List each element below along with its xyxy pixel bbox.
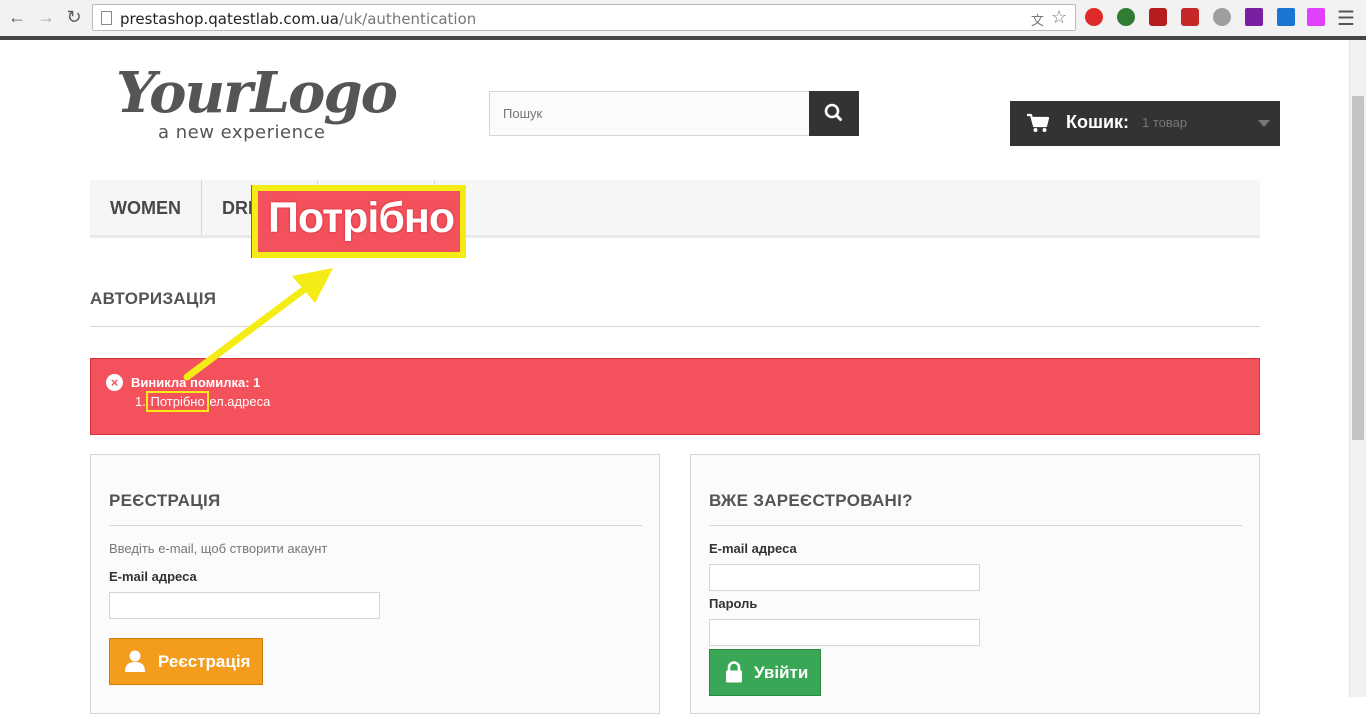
login-box: ВЖЕ ЗАРЕЄСТРОВАНІ? E-mail адреса Пароль … (690, 454, 1260, 714)
register-divider (109, 525, 642, 526)
login-email-label: E-mail адреса (709, 541, 797, 556)
heading-divider (90, 326, 1260, 327)
chrome-menu-icon[interactable]: ☰ (1337, 6, 1355, 31)
login-password-label: Пароль (709, 596, 758, 611)
shield-extension-icon[interactable] (1181, 8, 1199, 26)
globe-extension-icon[interactable] (1117, 8, 1135, 26)
bookmark-star-icon[interactable]: ☆ (1051, 7, 1067, 28)
register-title: РЕЄСТРАЦІЯ (109, 491, 221, 510)
annotation-zoom-text: Потрібно (268, 194, 455, 242)
login-password-field[interactable] (709, 619, 980, 646)
page-title: АВТОРИЗАЦІЯ (90, 289, 217, 308)
x-extension-icon[interactable] (1245, 8, 1263, 26)
error-alert: × Виникла помилка: 1 1. Потрібно ел.адре… (90, 358, 1260, 435)
opera-extension-icon[interactable] (1085, 8, 1103, 26)
reload-icon[interactable]: ↻ (63, 6, 85, 28)
login-button[interactable]: Увійти (709, 649, 821, 696)
register-button[interactable]: Реєстрація (109, 638, 263, 685)
alert-title: Виникла помилка: 1 (131, 375, 261, 390)
login-button-label: Увійти (754, 663, 809, 682)
world-extension-icon[interactable] (1213, 8, 1231, 26)
translate-icon[interactable]: 文 (1031, 10, 1044, 29)
site-logo[interactable]: YourLogo a new experience (116, 60, 406, 150)
alert-item-text: ел.адреса (209, 394, 271, 409)
register-hint: Введіть e-mail, щоб створити акаунт (109, 541, 328, 556)
cart-quantity: 1 товар (1142, 115, 1188, 130)
lock-icon (726, 661, 742, 683)
register-email-field[interactable] (109, 592, 380, 619)
address-bar[interactable]: prestashop.qatestlab.com.ua/uk/authentic… (92, 4, 1076, 31)
back-icon[interactable]: ← (6, 6, 28, 28)
login-divider (709, 525, 1242, 526)
page-scrollbar[interactable] (1349, 40, 1366, 697)
search-input[interactable] (489, 91, 811, 136)
register-button-label: Реєстрація (158, 652, 251, 671)
menu-item-women[interactable]: WOMEN (90, 180, 202, 235)
login-email-field[interactable] (709, 564, 980, 591)
logo-title: YourLogo (116, 60, 398, 126)
page-icon (101, 11, 112, 25)
cart-icon (1027, 113, 1050, 132)
forward-extension-icon[interactable] (1149, 8, 1167, 26)
search-button[interactable] (809, 91, 859, 136)
alert-error-item: 1. Потрібно ел.адреса (135, 391, 271, 412)
cart-block[interactable]: Кошик: 1 товар (1010, 101, 1280, 146)
alert-item-number: 1. (135, 394, 146, 409)
logo-tagline: a new experience (158, 122, 326, 143)
scrollbar-thumb[interactable] (1352, 96, 1364, 440)
register-box: РЕЄСТРАЦІЯ Введіть e-mail, щоб створити … (90, 454, 660, 714)
cart-label: Кошик: (1066, 112, 1130, 132)
error-close-icon: × (106, 374, 123, 391)
register-email-label: E-mail адреса (109, 569, 197, 584)
chevron-down-icon[interactable] (1258, 120, 1270, 127)
user-icon (125, 650, 145, 672)
forward-icon[interactable]: → (35, 6, 57, 28)
screen-extension-icon[interactable] (1277, 8, 1295, 26)
search-icon (824, 103, 842, 121)
login-title: ВЖЕ ЗАРЕЄСТРОВАНІ? (709, 491, 913, 510)
browser-toolbar: ← → ↻ prestashop.qatestlab.com.ua/uk/aut… (0, 0, 1366, 40)
annotation-zoom-box: Потрібно (252, 185, 466, 258)
url-text[interactable]: prestashop.qatestlab.com.ua/uk/authentic… (120, 10, 476, 28)
color-extension-icon[interactable] (1307, 8, 1325, 26)
alert-highlight-word: Потрібно (146, 391, 209, 412)
